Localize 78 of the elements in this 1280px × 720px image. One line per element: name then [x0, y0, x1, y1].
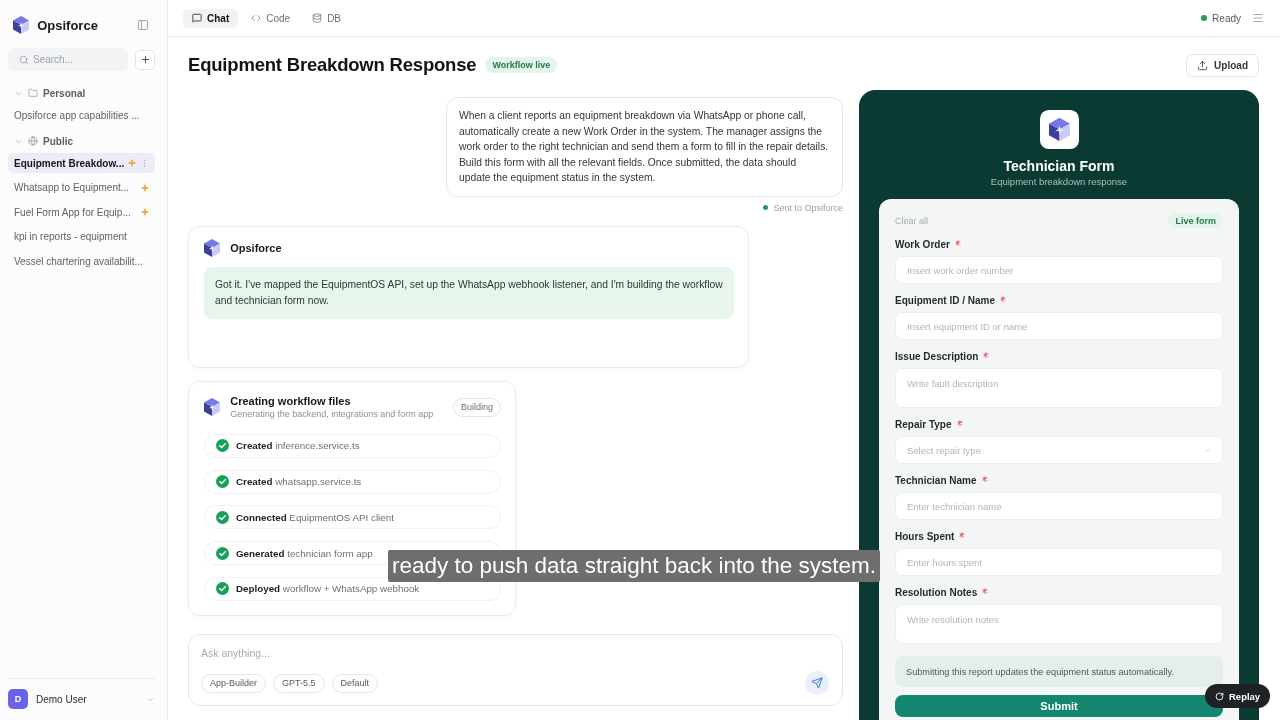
- menu-icon: [1252, 12, 1264, 24]
- field-label: Hours Spent: [895, 530, 955, 544]
- step-text: Created whatsapp.service.ts: [236, 476, 362, 488]
- form-subtitle: Equipment breakdown response: [990, 175, 1128, 188]
- cube-logo-icon: [13, 16, 30, 34]
- tab[interactable]: Code: [242, 8, 300, 28]
- chevron-down-icon: [1204, 446, 1211, 454]
- folder-header[interactable]: Public: [8, 131, 155, 151]
- field-label: Work Order: [895, 238, 950, 252]
- more-options-icon[interactable]: [140, 158, 149, 168]
- text-input-field[interactable]: Enter hours spent: [895, 548, 1223, 576]
- sidebar-item[interactable]: kpi in reports - equipment: [8, 226, 155, 247]
- globe-icon: [28, 136, 38, 146]
- status-text: Ready: [1212, 12, 1241, 24]
- replay-icon: [1215, 691, 1224, 701]
- code-icon: [251, 13, 262, 23]
- upload-icon: [1197, 59, 1209, 71]
- step-text: Deployed workflow + WhatsApp webhook: [236, 583, 420, 595]
- tab[interactable]: Chat: [183, 8, 239, 28]
- text-input-field[interactable]: Insert work order number: [895, 256, 1223, 284]
- user-name: Demo User: [36, 693, 87, 705]
- field-label: Resolution Notes: [895, 586, 978, 600]
- sender-name: Opsiforce: [230, 241, 282, 254]
- search-field[interactable]: Search...: [8, 48, 128, 71]
- sidebar-item[interactable]: Fuel Form App for Equip...: [8, 202, 155, 222]
- text-input-field[interactable]: Insert equipment ID or name: [895, 312, 1223, 340]
- app-logo-icon: [1039, 110, 1079, 149]
- status-dot-icon: [1201, 15, 1208, 21]
- sidebar-item[interactable]: Equipment Breakdow...: [8, 153, 155, 173]
- field-label: Issue Description: [895, 350, 979, 364]
- page-title: Equipment Breakdown Response: [188, 54, 477, 76]
- sidebar-item[interactable]: Whatsapp to Equipment...: [8, 177, 155, 198]
- option-chip[interactable]: GPT-5.5: [273, 673, 325, 693]
- task-title: Creating workflow files: [230, 393, 352, 408]
- send-icon: [811, 677, 823, 689]
- step-text: Generated technician form app: [236, 547, 373, 559]
- option-chip[interactable]: App-Builder: [201, 673, 267, 693]
- step-text: Connected EquipmentOS API client: [236, 511, 394, 523]
- replay-button[interactable]: Replay: [1205, 684, 1271, 708]
- sidebar-item[interactable]: Vessel chartering availabilit...: [8, 251, 155, 271]
- database-icon: [312, 13, 323, 23]
- sidebar-item[interactable]: Opsiforce app capabilities ...: [8, 105, 155, 125]
- assistant-message: Got it. I've mapped the EquipmentOS API, set up the WhatsApp webhook listener, and I'm building the workflow and technician form now.: [204, 266, 734, 319]
- folder-header[interactable]: Personal: [8, 83, 155, 103]
- folder-icon: [28, 88, 38, 98]
- textarea-field[interactable]: Write resolution notes: [895, 604, 1223, 644]
- search-icon: [19, 54, 29, 65]
- message-input-field[interactable]: Ask anything...: [201, 645, 829, 661]
- status-badge: Workflow live: [485, 57, 558, 73]
- cube-logo-icon: [204, 398, 221, 417]
- task-subtitle: Generating the backend, integrations and form app: [230, 407, 434, 421]
- add-button[interactable]: [135, 49, 155, 70]
- option-chip[interactable]: Default: [331, 673, 379, 693]
- send-button[interactable]: [805, 671, 829, 695]
- field-label: Technician Name: [895, 474, 977, 488]
- cube-logo-icon: [204, 238, 221, 257]
- user-message: When a client reports an equipment breakdown via WhatsApp or phone call, automatically create a new Work Order in the system. The manager assigns the work order to the right technician and send them a form to fill in the repair details. Build this form with all the relevant fields. Once submitted, the data should update the equipment status in the system.: [446, 97, 843, 197]
- tab[interactable]: DB: [303, 8, 351, 28]
- collapse-sidebar-icon[interactable]: [137, 19, 149, 31]
- step-text: Created inference.service.ts: [236, 440, 360, 452]
- upload-button[interactable]: Upload: [1186, 53, 1259, 77]
- chat-bubble-icon: [192, 13, 202, 23]
- status-badge: Live form: [1168, 213, 1223, 228]
- text-input-field[interactable]: Enter technician name: [895, 492, 1223, 520]
- delivery-status-text: Sent to Opsiforce: [773, 202, 843, 213]
- status-badge: Building: [452, 397, 501, 417]
- field-label: Repair Type: [895, 418, 952, 432]
- menu-button[interactable]: [1252, 12, 1264, 24]
- user-avatar: D: [8, 689, 28, 709]
- form-title: Technician Form: [1003, 157, 1115, 175]
- submit-button[interactable]: Submit: [895, 695, 1223, 717]
- subtitle-caption: ready to push data straight back into the system.: [388, 550, 880, 582]
- status-dot-icon: [763, 205, 769, 211]
- plus-icon: [139, 54, 151, 65]
- field-label: Equipment ID / Name: [895, 294, 995, 308]
- brand-name: Opsiforce: [37, 17, 98, 33]
- info-note: Submitting this report updates the equipment status automatically.: [895, 656, 1223, 687]
- textarea-field[interactable]: Write fault description: [895, 368, 1223, 408]
